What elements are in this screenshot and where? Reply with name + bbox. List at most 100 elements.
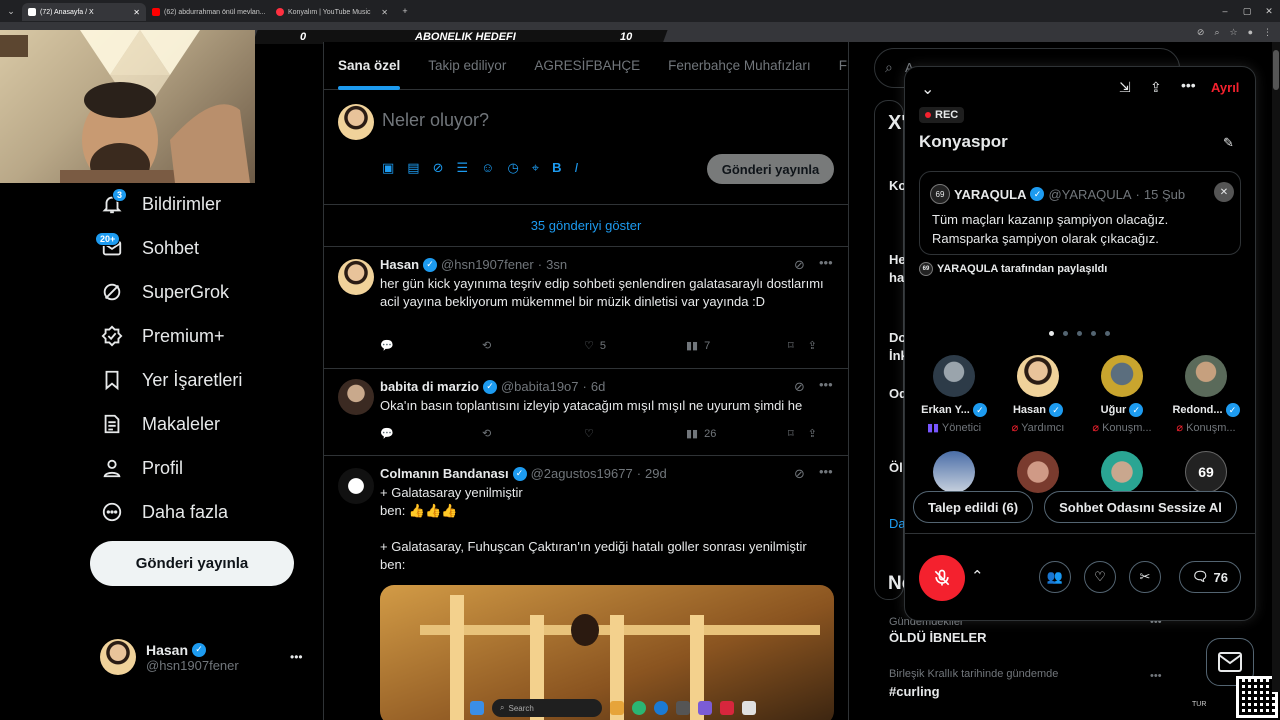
- tab-following[interactable]: Takip ediliyor: [414, 42, 520, 90]
- post-handle[interactable]: @2agustos19677: [531, 466, 633, 481]
- trend-snippet[interactable]: Öl: [889, 460, 903, 475]
- app-icon[interactable]: [742, 701, 756, 715]
- tab-for-you[interactable]: Sana özel: [324, 42, 414, 90]
- scrollbar[interactable]: [1272, 42, 1280, 692]
- windows-start-icon[interactable]: [470, 701, 484, 715]
- pinned-post[interactable]: 69 YARAQULA ✓ @YARAQULA · 15 Şub ✕ Tüm m…: [919, 171, 1241, 255]
- collapse-icon[interactable]: ⌄: [921, 79, 934, 99]
- share-icon[interactable]: ⇪: [808, 339, 817, 352]
- nav-item-more[interactable]: Daha fazla: [100, 500, 228, 524]
- unpin-close-icon[interactable]: ✕: [1214, 182, 1234, 202]
- italic-icon[interactable]: I: [575, 160, 579, 176]
- speaker-tile[interactable]: Uğur ✓ ⌀ Konuşm...: [1080, 355, 1164, 434]
- schedule-icon[interactable]: ◷: [507, 160, 518, 176]
- nav-item-profile[interactable]: Profil: [100, 456, 183, 480]
- post-more-icon[interactable]: •••: [819, 255, 833, 270]
- nav-item-supergrok[interactable]: SuperGrok: [100, 280, 229, 304]
- close-tab-icon[interactable]: ✕: [133, 8, 140, 17]
- post-item[interactable]: Hasan ✓ @hsn1907fener · 3sn her gün kick…: [324, 247, 848, 369]
- nav-item-bookmarks[interactable]: Yer İşaretleri: [100, 368, 242, 392]
- minimize-space-icon[interactable]: ⇲: [1119, 79, 1131, 96]
- reply-icon[interactable]: 💬: [380, 427, 482, 440]
- post-item[interactable]: babita di marzio ✓ @babita19o7 · 6d Oka'…: [324, 369, 848, 456]
- listener-avatar[interactable]: [1017, 451, 1059, 493]
- zoom-icon[interactable]: ⌕: [1214, 27, 1219, 38]
- speaker-tile[interactable]: Hasan ✓ ⌀ Yardımcı: [996, 355, 1080, 434]
- nav-item-premium[interactable]: Premium+: [100, 324, 225, 348]
- browser-tab-3[interactable]: Konyalım | YouTube Music ✕: [270, 3, 394, 21]
- post-author[interactable]: Colmanın Bandanası: [380, 466, 509, 481]
- maximize-button[interactable]: ▢: [1236, 6, 1258, 17]
- chevron-up-icon[interactable]: ⌃: [971, 567, 984, 585]
- browser-tab-2[interactable]: (62) abdurrahman önül mevlan... ✕: [146, 3, 270, 21]
- post-item[interactable]: Colmanın Bandanası ✓ @2agustos19677 · 29…: [324, 456, 848, 720]
- share-icon[interactable]: ⇪: [808, 427, 817, 440]
- close-tab-icon[interactable]: ✕: [381, 8, 388, 17]
- post-time[interactable]: 6d: [591, 379, 605, 394]
- post-author[interactable]: babita di marzio: [380, 379, 479, 394]
- image-icon[interactable]: ▣: [382, 160, 394, 176]
- speaker-tile[interactable]: Redond... ✓ ⌀ Konuşm...: [1164, 355, 1248, 434]
- composer-input[interactable]: Neler oluyor?: [382, 110, 489, 131]
- location-icon[interactable]: ⌖: [532, 160, 539, 176]
- post-time[interactable]: 3sn: [546, 257, 567, 272]
- nav-item-articles[interactable]: Makaleler: [100, 412, 220, 436]
- comments-button[interactable]: 🗨 76: [1179, 561, 1241, 593]
- poll-icon[interactable]: ☰: [457, 160, 469, 176]
- like-button[interactable]: ♡ 5: [584, 339, 686, 353]
- star-icon[interactable]: ☆: [1229, 27, 1237, 38]
- edit-icon[interactable]: ✎: [1223, 135, 1234, 151]
- file-explorer-icon[interactable]: [610, 701, 624, 715]
- post-time[interactable]: 29d: [645, 466, 667, 481]
- gif-icon[interactable]: ▤: [407, 160, 419, 176]
- participants-button[interactable]: 👥: [1039, 561, 1071, 593]
- tab-list-button[interactable]: ⌄: [0, 6, 22, 17]
- listener-avatar[interactable]: 69: [1185, 451, 1227, 493]
- views-button[interactable]: ▮▮ 26: [686, 427, 788, 441]
- tab-agresifbahce[interactable]: AGRESİFBAHÇE: [520, 42, 654, 90]
- mute-room-button[interactable]: Sohbet Odasını Sessize Al: [1044, 491, 1237, 523]
- tab-fenerbahce-muhafizlari[interactable]: Fenerbahçe Muhafızları: [654, 42, 825, 90]
- reply-icon[interactable]: 💬: [380, 339, 482, 352]
- profile-icon[interactable]: ●: [1248, 27, 1253, 38]
- share-icon[interactable]: ⇪: [1150, 79, 1162, 96]
- trend-more-icon[interactable]: •••: [1150, 670, 1162, 682]
- listener-avatar[interactable]: [1101, 451, 1143, 493]
- listener-avatar[interactable]: [933, 451, 975, 493]
- composer-post-button[interactable]: Gönderi yayınla: [707, 154, 834, 184]
- trend-snippet[interactable]: ha: [889, 270, 904, 285]
- grok-icon[interactable]: ⊘: [794, 466, 805, 482]
- bookmark-icon[interactable]: ⌑: [788, 339, 794, 352]
- menu-icon[interactable]: ⋮: [1263, 27, 1272, 38]
- new-tab-button[interactable]: +: [394, 6, 416, 16]
- clip-button[interactable]: ✂: [1129, 561, 1161, 593]
- trend-title[interactable]: #curling: [889, 684, 940, 699]
- requested-button[interactable]: Talep edildi (6): [913, 491, 1033, 523]
- trend-title[interactable]: ÖLDÜ İBNELER: [889, 630, 987, 645]
- speaker-tile[interactable]: Erkan Y... ✓ ▮▮ Yönetici: [912, 355, 996, 434]
- show-new-posts[interactable]: 35 gönderiyi göster: [324, 205, 848, 247]
- chrome-icon[interactable]: [632, 701, 646, 715]
- repost-icon[interactable]: ⟲: [482, 339, 584, 352]
- taskbar-search[interactable]: ⌕ Search: [492, 699, 602, 717]
- reaction-button[interactable]: ♡: [1084, 561, 1116, 593]
- post-handle[interactable]: @babita19o7: [501, 379, 579, 394]
- close-window-button[interactable]: ✕: [1258, 6, 1280, 17]
- app-icon[interactable]: [676, 701, 690, 715]
- post-more-icon[interactable]: •••: [819, 464, 833, 479]
- app-icon[interactable]: [720, 701, 734, 715]
- extension-icon[interactable]: ⊘: [1197, 27, 1205, 38]
- post-more-icon[interactable]: •••: [819, 377, 833, 392]
- tab-fe[interactable]: FE: [825, 42, 848, 90]
- post-handle[interactable]: @hsn1907fener: [441, 257, 534, 272]
- like-button[interactable]: ♡: [584, 427, 686, 440]
- post-author[interactable]: Hasan: [380, 257, 419, 272]
- post-button[interactable]: Gönderi yayınla: [90, 541, 294, 586]
- account-switcher[interactable]: Hasan ✓ @hsn1907fener: [100, 639, 239, 675]
- leave-button[interactable]: Ayrıl: [1211, 80, 1239, 95]
- account-more-icon[interactable]: •••: [290, 650, 303, 664]
- grok-icon[interactable]: ⊘: [794, 379, 805, 395]
- edge-icon[interactable]: [654, 701, 668, 715]
- minimize-button[interactable]: –: [1214, 6, 1236, 17]
- discord-icon[interactable]: [698, 701, 712, 715]
